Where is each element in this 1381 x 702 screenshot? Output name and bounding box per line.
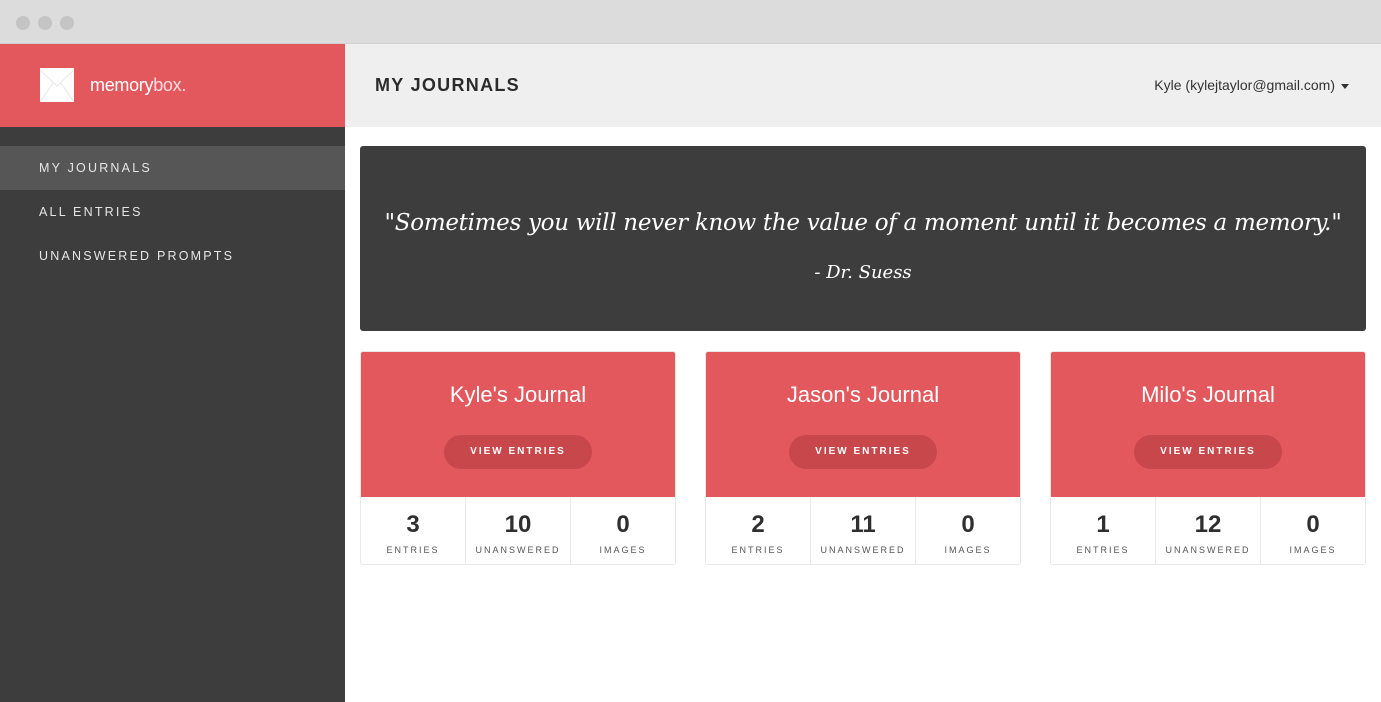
- view-entries-button[interactable]: VIEW ENTRIES: [444, 435, 592, 469]
- stat-label: IMAGES: [944, 545, 992, 555]
- stat-label: IMAGES: [599, 545, 647, 555]
- stat-value: 12: [1194, 511, 1222, 538]
- stat-images: 0 IMAGES: [916, 497, 1020, 564]
- sidebar: memorybox. MY JOURNALS ALL ENTRIES UNANS…: [0, 44, 345, 702]
- window-titlebar: [0, 0, 1381, 44]
- quote-author: - Dr. Suess: [814, 262, 912, 283]
- view-entries-button[interactable]: VIEW ENTRIES: [789, 435, 937, 469]
- stat-label: UNANSWERED: [1165, 545, 1251, 555]
- quote-text: "Sometimes you will never know the value…: [384, 210, 1342, 236]
- stat-unanswered: 10 UNANSWERED: [466, 497, 571, 564]
- stat-images: 0 IMAGES: [1261, 497, 1365, 564]
- stat-entries: 2 ENTRIES: [706, 497, 811, 564]
- sidebar-item-all-entries[interactable]: ALL ENTRIES: [0, 190, 345, 234]
- journal-title: Milo's Journal: [1141, 382, 1275, 407]
- stat-unanswered: 12 UNANSWERED: [1156, 497, 1261, 564]
- stat-value: 11: [850, 511, 876, 538]
- journal-card: Kyle's Journal VIEW ENTRIES 3 ENTRIES 10 U…: [360, 351, 676, 565]
- stat-label: IMAGES: [1289, 545, 1337, 555]
- window-minimize-button[interactable]: [38, 16, 52, 30]
- journal-card-header: Jason's Journal VIEW ENTRIES: [706, 352, 1020, 497]
- journal-card-header: Kyle's Journal VIEW ENTRIES: [361, 352, 675, 497]
- window-maximize-button[interactable]: [60, 16, 74, 30]
- stat-entries: 1 ENTRIES: [1051, 497, 1156, 564]
- stat-value: 0: [1306, 511, 1320, 538]
- stat-value: 1: [1096, 511, 1110, 538]
- sidebar-nav: MY JOURNALS ALL ENTRIES UNANSWERED PROMP…: [0, 146, 345, 278]
- journal-stats: 2 ENTRIES 11 UNANSWERED 0 IMAGES: [706, 497, 1020, 564]
- stat-value: 0: [961, 511, 975, 538]
- journal-title: Kyle's Journal: [449, 382, 587, 407]
- stat-value: 10: [504, 511, 532, 538]
- journal-card: Jason's Journal VIEW ENTRIES 2 ENTRIES 11…: [705, 351, 1021, 565]
- window-close-button[interactable]: [16, 16, 30, 30]
- stat-label: ENTRIES: [731, 545, 785, 555]
- page-title: MY JOURNALS: [375, 75, 520, 95]
- stat-value: 2: [751, 511, 765, 538]
- brand-header[interactable]: memorybox.: [0, 44, 345, 127]
- brand-name-suffix: box.: [153, 75, 187, 95]
- journal-card-header: Milo's Journal VIEW ENTRIES: [1051, 352, 1365, 497]
- stat-value: 0: [616, 511, 630, 538]
- stat-images: 0 IMAGES: [571, 497, 675, 564]
- journal-stats: 3 ENTRIES 10 UNANSWERED 0 IMAGES: [361, 497, 675, 564]
- journal-card: Milo's Journal VIEW ENTRIES 1 ENTRIES 12 U…: [1050, 351, 1366, 565]
- brand-name: memorybox.: [90, 75, 186, 96]
- stat-label: ENTRIES: [1076, 545, 1130, 555]
- stat-unanswered: 11 UNANSWERED: [811, 497, 916, 564]
- sidebar-item-my-journals[interactable]: MY JOURNALS: [0, 146, 345, 190]
- brand-name-prefix: memory: [90, 75, 154, 95]
- top-header: MY JOURNALS Kyle (kylejtaylor@gmail.com): [345, 44, 1381, 127]
- journal-title: Jason's Journal: [786, 382, 940, 407]
- user-menu-label: Kyle (kylejtaylor@gmail.com): [1154, 77, 1335, 93]
- stat-label: ENTRIES: [386, 545, 440, 555]
- sidebar-item-unanswered-prompts[interactable]: UNANSWERED PROMPTS: [0, 234, 345, 278]
- user-menu-dropdown[interactable]: Kyle (kylejtaylor@gmail.com): [1154, 77, 1349, 93]
- stat-entries: 3 ENTRIES: [361, 497, 466, 564]
- stat-label: UNANSWERED: [820, 545, 906, 555]
- envelope-icon: [40, 68, 74, 102]
- stat-label: UNANSWERED: [475, 545, 561, 555]
- journal-stats: 1 ENTRIES 12 UNANSWERED 0 IMAGES: [1051, 497, 1365, 564]
- view-entries-button[interactable]: VIEW ENTRIES: [1134, 435, 1282, 469]
- stat-value: 3: [406, 511, 420, 538]
- quote-banner: "Sometimes you will never know the value…: [360, 146, 1366, 331]
- caret-down-icon: [1341, 83, 1349, 89]
